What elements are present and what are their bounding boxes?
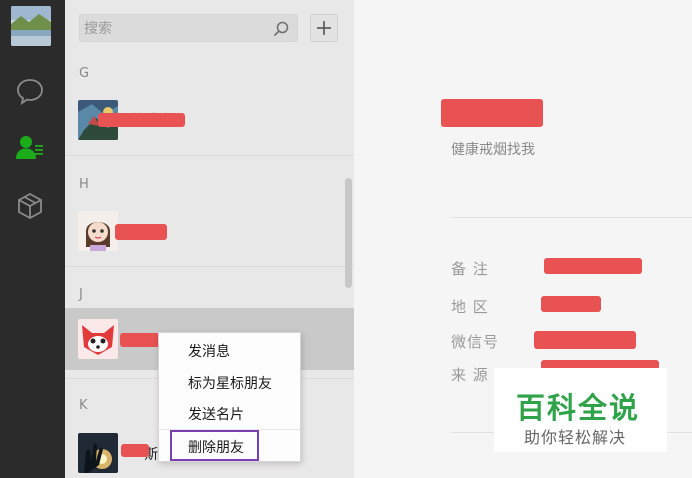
list-scrollbar[interactable]	[345, 178, 352, 288]
watermark-subtitle: 助你轻松解决	[524, 428, 627, 447]
group-letter-h: H	[79, 177, 89, 192]
menu-item-star-friend[interactable]: 标为星标朋友	[188, 373, 272, 393]
remark-redaction	[544, 258, 642, 274]
search-box[interactable]	[79, 14, 298, 42]
group-letter-k: K	[79, 398, 88, 413]
search-icon[interactable]	[273, 21, 289, 37]
name-redaction	[441, 99, 543, 127]
contact-signature: 健康戒烟找我	[451, 142, 535, 158]
detail-divider	[451, 217, 692, 218]
redaction-mark	[120, 333, 160, 347]
my-avatar[interactable]	[11, 6, 51, 46]
favorites-cube-icon[interactable]	[15, 191, 45, 221]
label-wechat-id: 微信号	[451, 333, 500, 351]
contact-avatar	[78, 319, 118, 359]
contact-item[interactable]	[65, 200, 354, 262]
contact-avatar	[78, 433, 118, 473]
app-sidebar	[0, 0, 65, 478]
group-divider	[65, 155, 354, 156]
group-letter-g: G	[79, 66, 90, 81]
watermark-title: 百科全说	[516, 391, 641, 425]
highlight-box	[170, 430, 259, 461]
contact-avatar	[78, 211, 118, 251]
wechat-id-redaction	[534, 331, 636, 349]
redaction-mark	[121, 444, 149, 457]
label-region: 地 区	[451, 298, 489, 316]
menu-item-send-card[interactable]: 发送名片	[188, 404, 244, 424]
region-redaction	[541, 296, 601, 312]
watermark: 百科全说 助你轻松解决	[494, 368, 667, 452]
contacts-icon[interactable]	[15, 133, 45, 163]
contact-context-menu: 发消息 标为星标朋友 发送名片 删除朋友	[158, 332, 301, 462]
search-input[interactable]	[84, 19, 264, 39]
chat-icon[interactable]	[15, 76, 45, 106]
add-button[interactable]	[310, 14, 338, 42]
redaction-mark	[98, 113, 185, 127]
label-remark: 备 注	[451, 260, 489, 278]
menu-item-send-message[interactable]: 发消息	[188, 341, 230, 361]
plus-icon	[317, 21, 331, 35]
redaction-mark	[115, 224, 167, 240]
label-source: 来 源	[451, 366, 489, 384]
contact-item[interactable]: 黄佳宝	[65, 89, 354, 151]
group-letter-j: J	[79, 287, 83, 302]
group-divider	[65, 266, 354, 267]
